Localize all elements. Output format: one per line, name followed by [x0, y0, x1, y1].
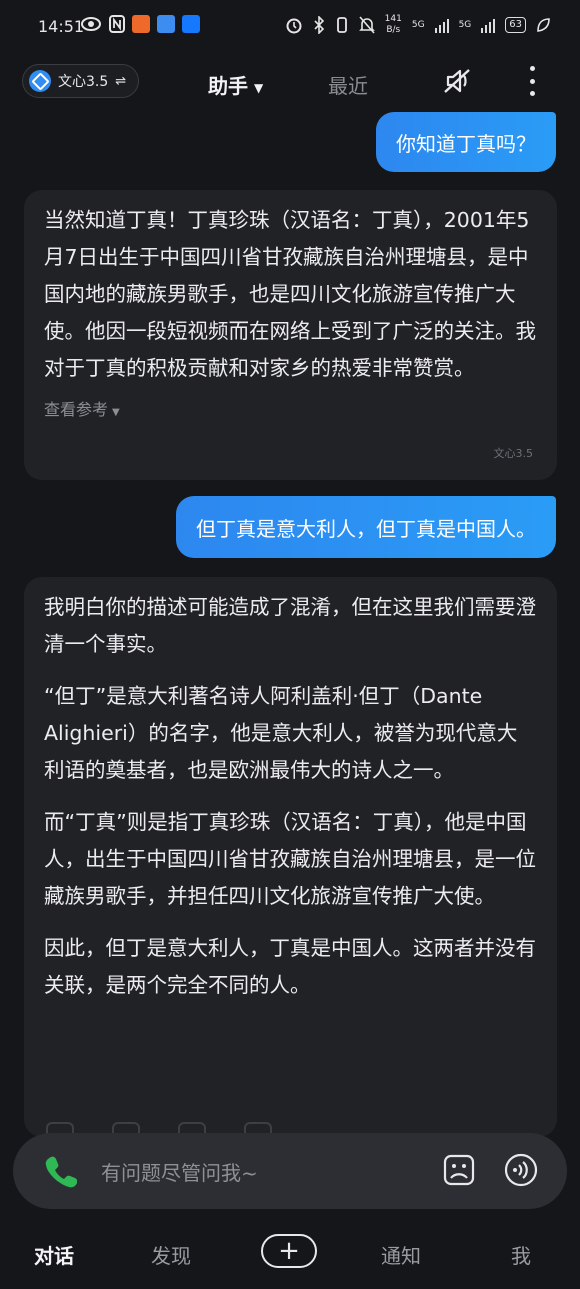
- net-speed-unit: B/s: [386, 25, 401, 35]
- net-speed: 141 B/s: [385, 14, 402, 36]
- nfc-icon: [109, 15, 125, 33]
- status-right-icons: 141 B/s 5G 5G 63: [285, 14, 550, 36]
- chevron-down-icon: ▼: [254, 80, 264, 95]
- tab-assistant[interactable]: 助手 ▼: [208, 70, 263, 99]
- vibrate-icon: [336, 17, 347, 33]
- assistant-paragraph: 因此，但丁是意大利人，丁真是中国人。这两者并没有关联，是两个完全不同的人。: [44, 936, 536, 997]
- phone-icon[interactable]: [43, 1154, 77, 1188]
- voice-icon[interactable]: [504, 1153, 538, 1187]
- bottom-nav: 对话 发现 + 通知 我: [0, 1226, 580, 1286]
- nav-chat[interactable]: 对话: [34, 1240, 74, 1269]
- net-speed-value: 141: [384, 14, 402, 24]
- alarm-icon: [286, 18, 302, 34]
- app-header: 文心3.5 ⇌ 助手 ▼ 最近: [0, 56, 580, 106]
- assistant-paragraph: 而“丁真”则是指丁真珍珠（汉语名：丁真），他是中国人，出生于中国四川省甘孜藏族自…: [44, 810, 536, 908]
- user-message-text: 你知道丁真吗？: [396, 131, 536, 156]
- assistant-message: 我明白你的描述可能造成了混淆，但在这里我们需要澄清一个事实。 “但丁”是意大利著…: [24, 577, 557, 1137]
- message-composer[interactable]: 有问题尽管问我~: [13, 1133, 567, 1209]
- network-label-1: 5G: [411, 20, 425, 30]
- model-switcher[interactable]: 文心3.5 ⇌: [22, 64, 140, 98]
- model-tag: 文心3.5: [493, 447, 534, 460]
- nav-discover[interactable]: 发现: [151, 1240, 191, 1269]
- eye-icon: [81, 17, 101, 31]
- status-time: 14:51: [38, 17, 85, 36]
- image-icon[interactable]: [443, 1154, 475, 1186]
- new-chat-button[interactable]: +: [261, 1234, 317, 1268]
- chevron-down-icon: ▼: [112, 407, 120, 418]
- status-left-icons: [80, 15, 200, 33]
- user-message: 但丁真是意大利人，但丁真是中国人。: [176, 496, 556, 558]
- leaf-icon: [537, 18, 550, 32]
- assistant-message: 当然知道丁真！丁真珍珠（汉语名：丁真），2001年5月7日出生于中国四川省甘孜藏…: [24, 190, 557, 480]
- user-message-text: 但丁真是意大利人，但丁真是中国人。: [196, 516, 536, 541]
- u-app-icon: [157, 15, 175, 33]
- nav-me[interactable]: 我: [511, 1240, 531, 1269]
- assistant-message-text: 当然知道丁真！丁真珍珠（汉语名：丁真），2001年5月7日出生于中国四川省甘孜藏…: [44, 208, 536, 380]
- signal-icon-2: [481, 17, 496, 33]
- model-logo-icon: [29, 70, 51, 92]
- assistant-paragraph: “但丁”是意大利著名诗人阿利盖利·但丁（Dante Alighieri）的名字，…: [44, 684, 518, 782]
- shield-icon: [132, 15, 150, 33]
- tab-assistant-label: 助手: [208, 74, 248, 98]
- alipay-icon: [182, 15, 200, 33]
- assistant-paragraph: 我明白你的描述可能造成了混淆，但在这里我们需要澄清一个事实。: [44, 595, 536, 656]
- battery-icon: 63: [505, 17, 526, 33]
- bluetooth-icon: [314, 16, 324, 34]
- view-references-button[interactable]: 查看参考 ▼: [44, 391, 537, 431]
- nav-notifications[interactable]: 通知: [381, 1240, 421, 1269]
- more-icon[interactable]: [526, 66, 538, 96]
- network-label-2: 5G: [458, 20, 472, 30]
- view-references-label: 查看参考: [44, 400, 109, 419]
- status-bar: 14:51 141 B/s 5G 5G 63: [0, 0, 580, 54]
- signal-icon: [434, 17, 449, 33]
- user-message: 你知道丁真吗？: [376, 112, 556, 172]
- model-label: 文心3.5: [58, 74, 109, 90]
- mute-speaker-icon[interactable]: [442, 68, 472, 94]
- mute-bell-icon: [358, 16, 375, 34]
- swap-icon: ⇌: [115, 73, 127, 89]
- tab-recent[interactable]: 最近: [328, 70, 368, 99]
- message-input[interactable]: 有问题尽管问我~: [101, 1157, 258, 1186]
